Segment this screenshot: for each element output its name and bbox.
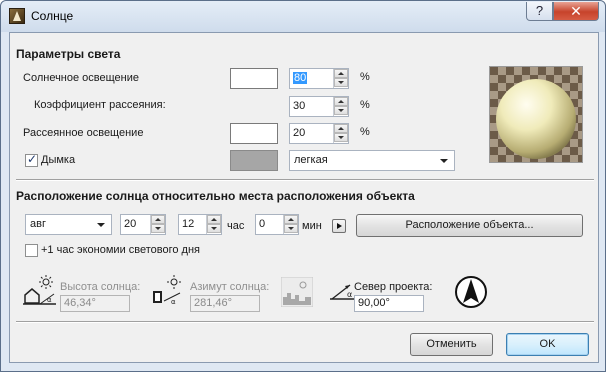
sphere-preview-image: [490, 67, 582, 162]
sun-altitude-icon: α: [23, 275, 56, 305]
sun-percent-label: %: [360, 71, 370, 83]
spin-down-icon[interactable]: [284, 224, 298, 233]
ambient-stepper[interactable]: 20: [289, 123, 349, 144]
ambient-percent-label: %: [360, 126, 370, 138]
minute-unit-label: мин: [302, 220, 322, 232]
dst-checkbox[interactable]: [25, 244, 38, 257]
cancel-button[interactable]: Отменить: [410, 333, 493, 356]
north-label: Север проекта:: [354, 281, 433, 293]
title-bar[interactable]: Солнце ? ✕: [1, 1, 605, 32]
sun-dialog: Солнце ? ✕ Параметры света Солнечное осв…: [0, 0, 606, 372]
spin-down-icon[interactable]: [334, 133, 348, 142]
spin-down-icon[interactable]: [334, 106, 348, 115]
azimuth-field: 281,46°: [190, 295, 260, 312]
haze-density-value: легкая: [294, 154, 328, 166]
ok-button[interactable]: OK: [506, 333, 589, 356]
azimuth-label: Азимут солнца:: [190, 281, 270, 293]
sun-azimuth-icon: α: [153, 275, 181, 306]
altitude-label: Высота солнца:: [60, 281, 141, 293]
dst-label: +1 час экономии светового дня: [41, 244, 201, 256]
sun-intensity-value[interactable]: 80: [293, 72, 308, 84]
object-location-button[interactable]: Расположение объекта...: [356, 214, 583, 237]
svg-text:α: α: [47, 296, 52, 304]
ambient-light-label: Рассеянное освещение: [23, 127, 144, 139]
sun-color-swatch[interactable]: [230, 68, 278, 89]
svg-text:α: α: [347, 290, 352, 299]
scatter-value[interactable]: 30: [293, 100, 305, 112]
light-preview: [489, 66, 583, 163]
month-value: авг: [30, 218, 46, 230]
spin-up-icon[interactable]: [151, 215, 165, 224]
chevron-down-icon: [97, 223, 105, 227]
altitude-field: 46,34°: [60, 295, 130, 312]
day-value[interactable]: 20: [124, 218, 136, 230]
section-divider: [16, 179, 594, 181]
sun-intensity-stepper[interactable]: 80: [289, 68, 349, 89]
hour-unit-label: час: [227, 220, 245, 232]
spin-up-icon[interactable]: [284, 215, 298, 224]
compass-icon[interactable]: [454, 275, 488, 309]
minute-arrows[interactable]: [283, 215, 298, 234]
minute-stepper[interactable]: 0: [255, 214, 299, 235]
haze-checkbox[interactable]: [25, 152, 38, 167]
spin-up-icon[interactable]: [207, 215, 221, 224]
spin-down-icon[interactable]: [151, 224, 165, 233]
sun-light-label: Солнечное освещение: [23, 72, 139, 84]
minute-value[interactable]: 0: [259, 218, 265, 230]
spin-up-icon[interactable]: [334, 97, 348, 106]
hour-arrows[interactable]: [206, 215, 221, 234]
play-icon[interactable]: [332, 219, 346, 233]
spin-down-icon[interactable]: [334, 78, 348, 87]
close-button[interactable]: ✕: [553, 2, 599, 21]
dialog-content: Параметры света Солнечное освещение 80 %…: [9, 32, 599, 363]
scatter-stepper[interactable]: 30: [289, 96, 349, 117]
ambient-arrows[interactable]: [333, 124, 348, 143]
position-section-title: Расположение солнца относительно места р…: [16, 189, 415, 203]
haze-label: Дымка: [41, 154, 76, 166]
haze-density-select[interactable]: легкая: [289, 150, 455, 171]
month-select[interactable]: авг: [25, 214, 112, 235]
window-title: Солнце: [31, 9, 74, 23]
scatter-label: Коэффициент рассеяния:: [34, 99, 166, 111]
spin-down-icon[interactable]: [207, 224, 221, 233]
day-stepper[interactable]: 20: [120, 214, 166, 235]
sun-intensity-arrows[interactable]: [333, 69, 348, 88]
light-section-title: Параметры света: [16, 47, 121, 61]
spin-up-icon[interactable]: [334, 69, 348, 78]
spin-up-icon[interactable]: [334, 124, 348, 133]
north-field[interactable]: 90,00°: [354, 295, 424, 312]
chevron-down-icon: [440, 159, 448, 163]
scatter-arrows[interactable]: [333, 97, 348, 116]
hour-value[interactable]: 12: [182, 218, 194, 230]
help-button[interactable]: ?: [526, 2, 553, 21]
scatter-percent-label: %: [360, 99, 370, 111]
ambient-value[interactable]: 20: [293, 127, 305, 139]
footer-divider: [16, 321, 594, 323]
svg-text:α: α: [171, 298, 176, 306]
hour-stepper[interactable]: 12: [178, 214, 222, 235]
day-arrows[interactable]: [150, 215, 165, 234]
archicad-app-icon: [9, 8, 25, 24]
haze-color-swatch[interactable]: [230, 150, 278, 171]
sun-skyline-icon: [281, 277, 313, 307]
ambient-color-swatch[interactable]: [230, 123, 278, 144]
